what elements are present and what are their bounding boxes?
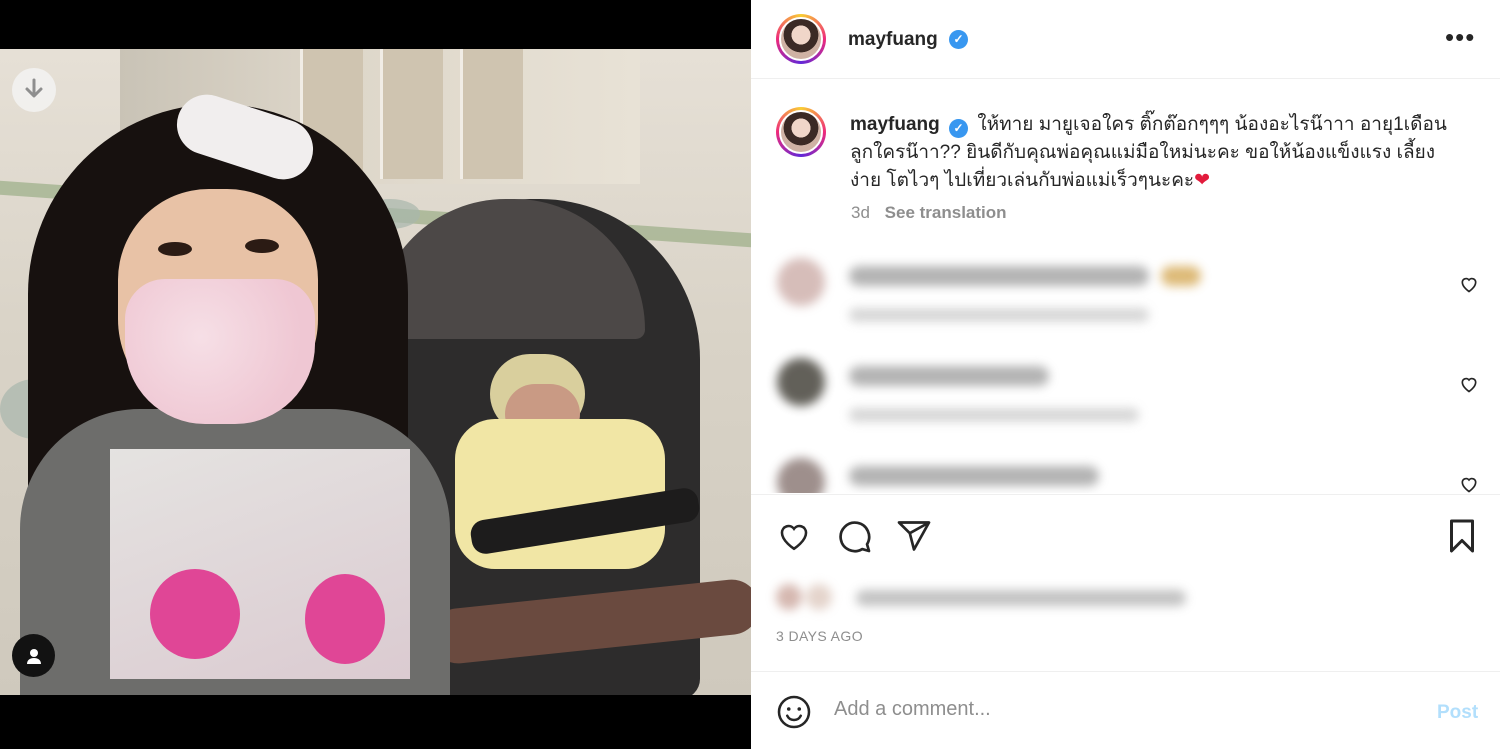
comment-like-heart-icon[interactable] bbox=[1459, 474, 1479, 493]
caption-heart-emoji: ❤ bbox=[1194, 170, 1211, 191]
verified-badge-icon: ✓ bbox=[949, 30, 968, 49]
heart-icon[interactable] bbox=[775, 517, 813, 555]
author-avatar[interactable] bbox=[776, 14, 826, 64]
download-icon[interactable] bbox=[12, 68, 56, 112]
caption-avatar[interactable] bbox=[776, 107, 826, 157]
avatar bbox=[777, 258, 825, 306]
post-comment-button[interactable]: Post bbox=[1437, 702, 1478, 724]
likes-summary[interactable] bbox=[776, 582, 1196, 612]
add-comment-bar: Post bbox=[751, 671, 1500, 750]
verified-badge-icon: ✓ bbox=[949, 119, 969, 138]
post-caption: mayfuang ✓ ให้ทาย มายูเจอใคร ติ๊กต๊อกๆๆๆ… bbox=[850, 111, 1460, 195]
avatar bbox=[777, 358, 825, 406]
see-translation-link[interactable]: See translation bbox=[885, 203, 1007, 222]
comment-like-heart-icon[interactable] bbox=[1459, 274, 1479, 294]
more-options-icon[interactable]: ••• bbox=[1445, 24, 1475, 50]
post-header: mayfuang ✓ ••• bbox=[751, 0, 1500, 79]
comment-input[interactable] bbox=[834, 698, 1394, 721]
post-photo[interactable] bbox=[0, 49, 751, 695]
bookmark-icon[interactable] bbox=[1443, 517, 1481, 555]
comment-icon[interactable] bbox=[835, 517, 873, 555]
list-item bbox=[771, 458, 1331, 493]
caption-text: ให้ทาย มายูเจอใคร ติ๊กต๊อกๆๆๆ น้องอะไรน๊… bbox=[850, 114, 1447, 191]
author-username[interactable]: mayfuang bbox=[848, 29, 938, 51]
post-media bbox=[0, 0, 751, 749]
user-tag-icon[interactable] bbox=[12, 634, 55, 677]
post-date[interactable]: 3 DAYS AGO bbox=[776, 628, 863, 644]
caption-meta: 3d See translation bbox=[851, 203, 1007, 223]
avatar bbox=[777, 458, 825, 493]
comments-list[interactable] bbox=[751, 240, 1500, 493]
comment-like-heart-icon[interactable] bbox=[1459, 374, 1479, 394]
list-item bbox=[771, 358, 1331, 438]
caption-username[interactable]: mayfuang bbox=[850, 114, 940, 135]
caption-age: 3d bbox=[851, 203, 870, 222]
action-bar bbox=[751, 494, 1500, 575]
list-item bbox=[771, 258, 1331, 338]
share-icon[interactable] bbox=[895, 517, 933, 555]
emoji-icon[interactable] bbox=[776, 694, 812, 730]
post-details-panel: mayfuang ✓ ••• mayfuang ✓ ให้ทาย มายูเจอ… bbox=[751, 0, 1500, 749]
